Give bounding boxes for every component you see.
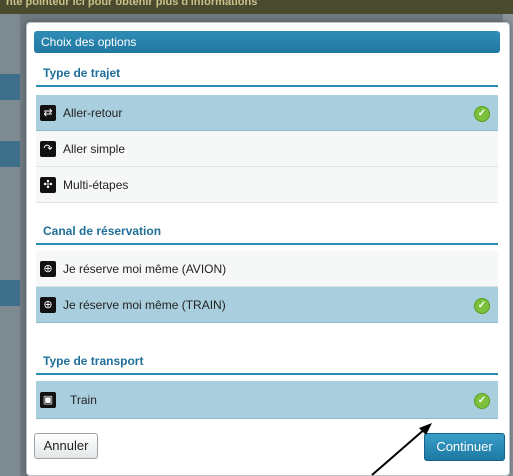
dialog-title-bar: Choix des options: [34, 31, 500, 53]
check-icon: ✓: [474, 106, 490, 122]
option-self-booking-train[interactable]: ⊕ Je réserve moi même (TRAIN) ✓: [36, 287, 498, 323]
round-trip-icon: ⇄: [40, 105, 56, 121]
section-booking-channel-header: Canal de réservation: [36, 219, 498, 245]
one-way-icon: ↷: [40, 141, 56, 157]
background-strip: [0, 141, 20, 167]
check-icon: ✓: [474, 393, 490, 409]
option-self-booking-plane[interactable]: ⊕ Je réserve moi même (AVION): [36, 251, 498, 287]
option-label: Train: [70, 393, 97, 407]
cancel-button[interactable]: Annuler: [34, 433, 98, 459]
options-dialog: Choix des options Type de trajet ⇄ Aller…: [26, 22, 510, 476]
section-booking-channel-title: Canal de réservation: [43, 224, 162, 238]
continue-button[interactable]: Continuer: [424, 433, 505, 461]
option-label: Je réserve moi même (AVION): [63, 262, 227, 276]
option-label: Aller simple: [63, 142, 126, 156]
self-booking-icon: ⊕: [40, 261, 56, 277]
check-icon: ✓: [474, 298, 490, 314]
option-multi-stop[interactable]: ✣ Multi-étapes: [36, 167, 498, 203]
section-trip-type-title: Type de trajet: [43, 66, 121, 80]
section-trip-type-header: Type de trajet: [36, 61, 498, 87]
option-label: Aller-retour: [63, 106, 123, 120]
multi-stop-icon: ✣: [40, 177, 56, 193]
option-label: Je réserve moi même (TRAIN): [63, 298, 226, 312]
option-train[interactable]: ▣ Train ✓: [36, 381, 498, 419]
section-transport-type-title: Type de transport: [43, 354, 144, 368]
option-label: Multi-étapes: [63, 178, 129, 192]
dialog-title: Choix des options: [41, 35, 137, 49]
background-strip: [0, 280, 20, 306]
train-icon: ▣: [40, 392, 56, 408]
option-round-trip[interactable]: ⇄ Aller-retour ✓: [36, 95, 498, 131]
self-booking-icon: ⊕: [40, 297, 56, 313]
background-banner: nte pointeur ici pour obtenir plus d'inf…: [0, 0, 513, 14]
section-transport-type-header: Type de transport: [36, 349, 498, 375]
option-one-way[interactable]: ↷ Aller simple: [36, 131, 498, 167]
background-banner-text: nte pointeur ici pour obtenir plus d'inf…: [6, 0, 258, 8]
background-strip: [0, 74, 20, 100]
